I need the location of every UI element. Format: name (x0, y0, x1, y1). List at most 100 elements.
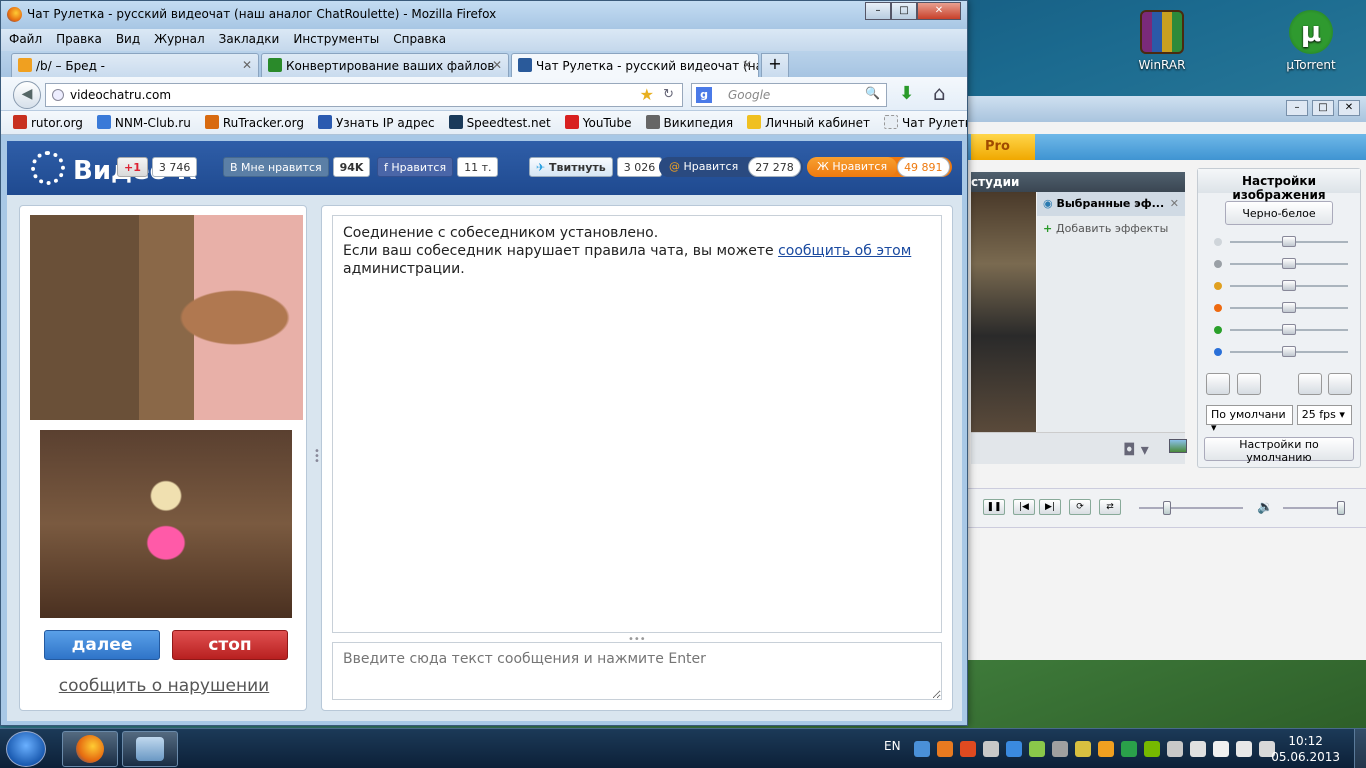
bookmark-rutor[interactable]: rutor.org (13, 115, 83, 134)
preset-select[interactable]: По умолчани ▾ (1206, 405, 1293, 434)
rotate-left-icon[interactable] (1328, 373, 1352, 395)
tab-chatroulette[interactable]: Чат Рулетка - русский видеочат (на... ✕ (511, 53, 759, 77)
ok-like-button[interactable]: Ж Нравится (807, 157, 898, 177)
tray-icon[interactable] (1236, 741, 1252, 757)
menu-view[interactable]: Вид (114, 32, 142, 48)
menu-help[interactable]: Справка (391, 32, 448, 48)
menu-file[interactable]: Файл (7, 32, 44, 48)
start-button[interactable] (6, 731, 46, 767)
slider-knob[interactable] (1282, 302, 1296, 313)
minimize-icon[interactable]: – (1286, 100, 1308, 116)
green-slider[interactable] (1198, 319, 1360, 341)
bookmark-youtube[interactable]: YouTube (564, 115, 632, 134)
black-white-button[interactable]: Черно-белое (1225, 201, 1333, 225)
tray-icon[interactable] (1098, 741, 1114, 757)
minimize-button[interactable]: – (865, 2, 891, 20)
close-icon[interactable]: ✕ (1338, 100, 1360, 116)
contrast-slider[interactable] (1198, 253, 1360, 275)
tray-icon[interactable] (1006, 741, 1022, 757)
menu-history[interactable]: Журнал (152, 32, 207, 48)
tab-b-bred[interactable]: /b/ – Бред - ✕ (11, 53, 259, 77)
new-tab-button[interactable]: + (761, 53, 789, 77)
tray-icon[interactable] (960, 741, 976, 757)
close-icon[interactable]: ✕ (1170, 197, 1179, 210)
seek-track[interactable] (1139, 507, 1243, 509)
clock[interactable]: 10:12 05.06.2013 (1271, 733, 1340, 765)
tray-icon[interactable] (1213, 741, 1229, 757)
tray-icon[interactable] (1144, 741, 1160, 757)
flip-vertical-icon[interactable] (1236, 373, 1261, 395)
bookmark-ip[interactable]: Узнать IP адрес (317, 115, 435, 134)
bookmark-cabinet[interactable]: Личный кабинет (747, 115, 870, 134)
back-button[interactable]: ◀ (13, 81, 41, 109)
taskbar-webcam-app[interactable] (122, 731, 178, 767)
fps-select[interactable]: 25 fps ▾ (1296, 405, 1352, 425)
loop-icon[interactable]: ⟳ (1069, 499, 1091, 515)
tweet-button[interactable]: ✈ Твитнуть (529, 157, 613, 177)
url-bar[interactable]: videochatru.com ★ ↻ (45, 83, 683, 107)
close-tab-icon[interactable]: ✕ (492, 58, 502, 72)
flip-horizontal-icon[interactable] (1206, 373, 1230, 395)
close-tab-icon[interactable]: ✕ (242, 58, 252, 72)
pause-icon[interactable]: ❚❚ (983, 499, 1005, 515)
slider-knob[interactable] (1282, 258, 1296, 269)
tray-icon[interactable] (1167, 741, 1183, 757)
red-slider[interactable] (1198, 297, 1360, 319)
shuffle-icon[interactable]: ⇄ (1099, 499, 1121, 515)
stop-button[interactable]: стоп (172, 630, 288, 660)
search-bar[interactable]: g Google 🔍 (691, 83, 887, 107)
menu-edit[interactable]: Правка (54, 32, 104, 48)
next-button[interactable]: далее (44, 630, 160, 660)
mailru-like-button[interactable]: @ Нравится (659, 157, 749, 177)
show-desktop-button[interactable] (1354, 729, 1366, 768)
tray-icon[interactable] (1190, 741, 1206, 757)
bookmark-rutracker[interactable]: RuTracker.org (204, 115, 304, 134)
rotate-right-icon[interactable] (1297, 373, 1322, 395)
reset-defaults-button[interactable]: Настройки по умолчанию (1204, 437, 1354, 464)
seek-knob[interactable] (1163, 501, 1171, 515)
menu-bookmarks[interactable]: Закладки (217, 32, 282, 48)
add-effects-button[interactable]: + Добавить эффекты (1037, 216, 1185, 241)
bookmark-star-icon[interactable]: ★ (640, 85, 654, 104)
reload-icon[interactable]: ↻ (663, 87, 674, 102)
blue-slider[interactable] (1198, 341, 1360, 363)
next-icon[interactable]: ▶| (1039, 499, 1061, 515)
gplus-button[interactable]: +1 (117, 157, 148, 177)
panel-splitter[interactable]: • • • (314, 447, 320, 467)
tray-icon[interactable] (914, 741, 930, 757)
maximize-button[interactable]: □ (891, 2, 917, 20)
tray-icon[interactable] (1029, 741, 1045, 757)
maximize-icon[interactable]: □ (1312, 100, 1334, 116)
pro-tab[interactable]: Pro (971, 134, 1035, 160)
home-icon[interactable]: ⌂ (933, 81, 946, 105)
taskbar-firefox[interactable] (62, 731, 118, 767)
google-icon[interactable]: g (696, 87, 712, 103)
bookmark-nnm-club[interactable]: NNM-Club.ru (96, 115, 191, 134)
close-button[interactable]: ✕ (917, 2, 961, 20)
search-icon[interactable]: 🔍 (865, 86, 880, 100)
tray-icon[interactable] (1075, 741, 1091, 757)
previous-icon[interactable]: |◀ (1013, 499, 1035, 515)
vk-like-button[interactable]: В Мне нравится (223, 157, 329, 177)
volume-track[interactable] (1283, 507, 1345, 509)
bookmark-chatroulette[interactable]: Чат Рулетка - русски... (884, 115, 967, 134)
bookmark-wikipedia[interactable]: Википедия (645, 115, 733, 134)
tray-icon[interactable] (983, 741, 999, 757)
desktop-icon-utorrent[interactable]: µ µTorrent (1276, 10, 1346, 72)
slider-knob[interactable] (1282, 324, 1296, 335)
language-indicator[interactable]: EN (884, 739, 901, 753)
brightness-slider[interactable] (1198, 231, 1360, 253)
slider-knob[interactable] (1282, 280, 1296, 291)
slider-knob[interactable] (1282, 346, 1296, 357)
tray-icon[interactable] (1052, 741, 1068, 757)
close-tab-icon[interactable]: ✕ (742, 58, 752, 72)
tab-convert[interactable]: Конвертирование ваших файлов ✕ (261, 53, 509, 77)
desktop-icon-winrar[interactable]: WinRAR (1127, 10, 1197, 72)
menu-tools[interactable]: Инструменты (291, 32, 381, 48)
camera-icon[interactable]: ◘ ▾ (1123, 440, 1149, 459)
effects-selected[interactable]: ◉ Выбранные эф... ✕ (1037, 192, 1185, 216)
report-inline-link[interactable]: сообщить об этом (778, 243, 911, 259)
chat-input[interactable] (332, 642, 942, 700)
saturation-slider[interactable] (1198, 275, 1360, 297)
fb-like-button[interactable]: f Нравится (377, 157, 454, 177)
